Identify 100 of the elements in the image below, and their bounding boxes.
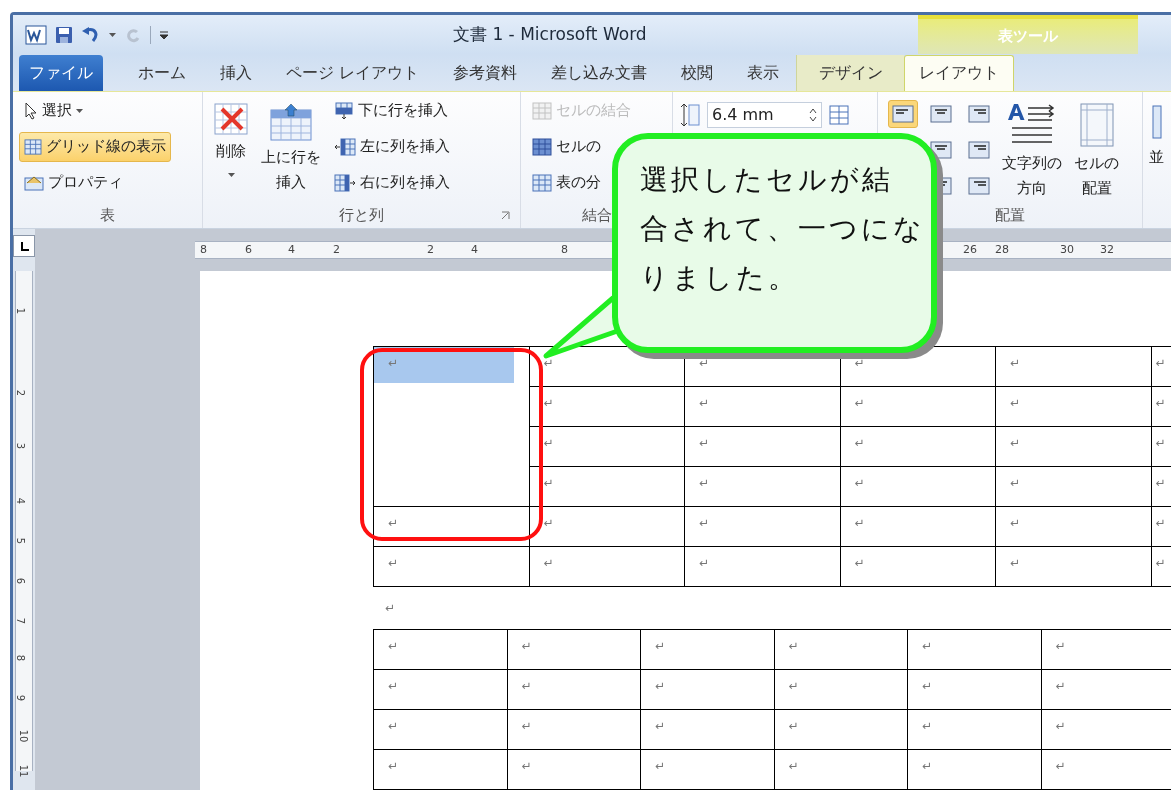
paragraph-mark: ↵ xyxy=(921,758,933,775)
button-label: 文字列の xyxy=(1002,153,1062,173)
grid-icon xyxy=(24,138,42,155)
paragraph-mark: ↵ xyxy=(853,395,865,412)
paragraph-mark: ↵ xyxy=(387,678,399,695)
paragraph-mark: ↵ xyxy=(698,435,710,452)
paragraph-mark: ↵ xyxy=(1009,515,1021,532)
paragraph-mark: ↵ xyxy=(921,718,933,735)
ribbon-button[interactable]: 右に列を挿入 xyxy=(329,167,455,198)
ruler-number: 4 xyxy=(471,244,478,255)
ribbon-button[interactable]: セルの 配置 xyxy=(1070,95,1123,198)
callout-text: 選択したセルが結 xyxy=(640,162,893,198)
group-label: 結合 xyxy=(581,204,612,226)
ribbon-button[interactable]: 左に列を挿入 xyxy=(329,131,455,162)
paragraph-mark: ↵ xyxy=(387,555,399,572)
ribbon-tab[interactable]: 表示 xyxy=(730,54,797,91)
paragraph-mark: ↵ xyxy=(542,515,554,532)
ribbon-tab[interactable]: 参考資料 xyxy=(436,54,535,91)
customize-menu-icon[interactable] xyxy=(159,29,169,40)
dialog-launcher-icon[interactable] xyxy=(501,211,510,220)
ruler-number: 30 xyxy=(1060,244,1074,255)
ribbon-tab[interactable]: 校閲 xyxy=(664,54,731,91)
ribbon-tab[interactable]: 差し込み文書 xyxy=(534,54,665,91)
distribute-rows-icon xyxy=(828,103,850,126)
paragraph-mark: ↵ xyxy=(787,678,799,695)
row-height-icon xyxy=(679,102,701,127)
spinner-arrows-icon xyxy=(809,106,817,123)
paragraph-mark: ↵ xyxy=(698,395,710,412)
ribbon-tab[interactable]: 挿入 xyxy=(203,54,269,91)
ribbon-button[interactable]: 文字列の 方向 xyxy=(998,95,1066,198)
cell-margins-icon xyxy=(1078,101,1115,148)
ruler-number: 6 xyxy=(245,244,252,255)
paragraph-mark: ↵ xyxy=(1009,435,1021,452)
paragraph-mark: ↵ xyxy=(1154,515,1166,532)
ribbon-button[interactable]: グリッド線の表示 xyxy=(19,131,171,162)
paragraph-mark: ↵ xyxy=(1009,355,1021,372)
ruler-number: 32 xyxy=(1100,244,1114,255)
tab-stop-button[interactable] xyxy=(13,235,35,257)
ribbon-tab[interactable]: ファイル xyxy=(19,54,103,91)
button-label: セルの xyxy=(1074,153,1119,173)
ruler-number: 4 xyxy=(15,497,26,505)
ruler-number: 8 xyxy=(561,244,568,255)
paragraph-mark: ↵ xyxy=(787,758,799,775)
save-icon[interactable] xyxy=(55,25,73,44)
window-title: 文書 1 - Microsoft Word xyxy=(453,23,647,44)
merge-cells-icon xyxy=(532,101,552,120)
ruler-number: 10 xyxy=(18,729,29,743)
ruler-number: 9 xyxy=(15,694,26,702)
paragraph-mark: ↵ xyxy=(787,638,799,655)
ruler-number: 1 xyxy=(15,307,26,315)
align-icon xyxy=(930,104,952,123)
paragraph-mark: ↵ xyxy=(1009,475,1021,492)
delete-table-icon xyxy=(213,101,249,136)
paragraph-mark: ↵ xyxy=(698,355,710,372)
insert-row-above-icon xyxy=(269,101,313,142)
paragraph-mark: ↵ xyxy=(1054,638,1066,655)
row-height-field[interactable]: 6.4 mm xyxy=(707,101,822,128)
ribbon-button[interactable]: 下に行を挿入 xyxy=(329,95,455,126)
ruler-number: 2 xyxy=(333,244,340,255)
ruler-number: 3 xyxy=(15,442,26,450)
ribbon-tab[interactable]: デザイン xyxy=(796,54,905,91)
paragraph-mark: ↵ xyxy=(1054,718,1066,735)
ruler-number: 28 xyxy=(995,244,1009,255)
paragraph-mark: ↵ xyxy=(387,638,399,655)
paragraph-mark: ↵ xyxy=(1054,678,1066,695)
ribbon-tab[interactable]: ホーム xyxy=(121,54,203,91)
ruler-number: 5 xyxy=(15,537,26,545)
paragraph-mark: ↵ xyxy=(853,515,865,532)
ribbon-tab[interactable]: ページ レイアウト xyxy=(269,54,437,91)
paragraph-mark: ↵ xyxy=(698,475,710,492)
split-cells-icon xyxy=(532,137,552,156)
paragraph-mark: ↵ xyxy=(853,475,865,492)
paragraph-mark: ↵ xyxy=(1154,355,1166,372)
paragraph-mark: ↵ xyxy=(921,638,933,655)
ruler-number: 7 xyxy=(15,617,26,625)
paragraph-mark: ↵ xyxy=(1054,758,1066,775)
paragraph-mark: ↵ xyxy=(698,555,710,572)
ribbon-button[interactable]: 上に行を 挿入 xyxy=(257,95,325,192)
align-icon xyxy=(968,176,990,195)
paragraph-mark: ↵ xyxy=(385,600,396,617)
group-label: 表 xyxy=(100,204,115,226)
paragraph-mark: ↵ xyxy=(1154,555,1166,572)
ribbon-button[interactable]: 並 xyxy=(1145,95,1168,167)
align-icon xyxy=(892,104,914,123)
align-icon xyxy=(968,140,990,159)
paragraph-mark: ↵ xyxy=(520,718,532,735)
word-logo-icon[interactable] xyxy=(25,24,47,45)
cursor-icon xyxy=(24,101,38,120)
button-label: 方向 xyxy=(1017,178,1047,198)
paragraph-mark: ↵ xyxy=(387,758,399,775)
ribbon-tab[interactable]: レイアウト xyxy=(904,54,1015,91)
group-label: 配置 xyxy=(995,204,1025,226)
button-label: 上に行を xyxy=(261,147,321,167)
ribbon-button[interactable]: プロパティ xyxy=(19,167,171,198)
align-button[interactable] xyxy=(888,99,918,128)
ribbon-button[interactable]: 選択 xyxy=(19,95,171,126)
paragraph-mark: ↵ xyxy=(1009,395,1021,412)
group-label: 行と列 xyxy=(339,204,384,226)
paragraph-mark: ↵ xyxy=(542,555,554,572)
ribbon-button[interactable]: 削除 xyxy=(209,95,253,177)
